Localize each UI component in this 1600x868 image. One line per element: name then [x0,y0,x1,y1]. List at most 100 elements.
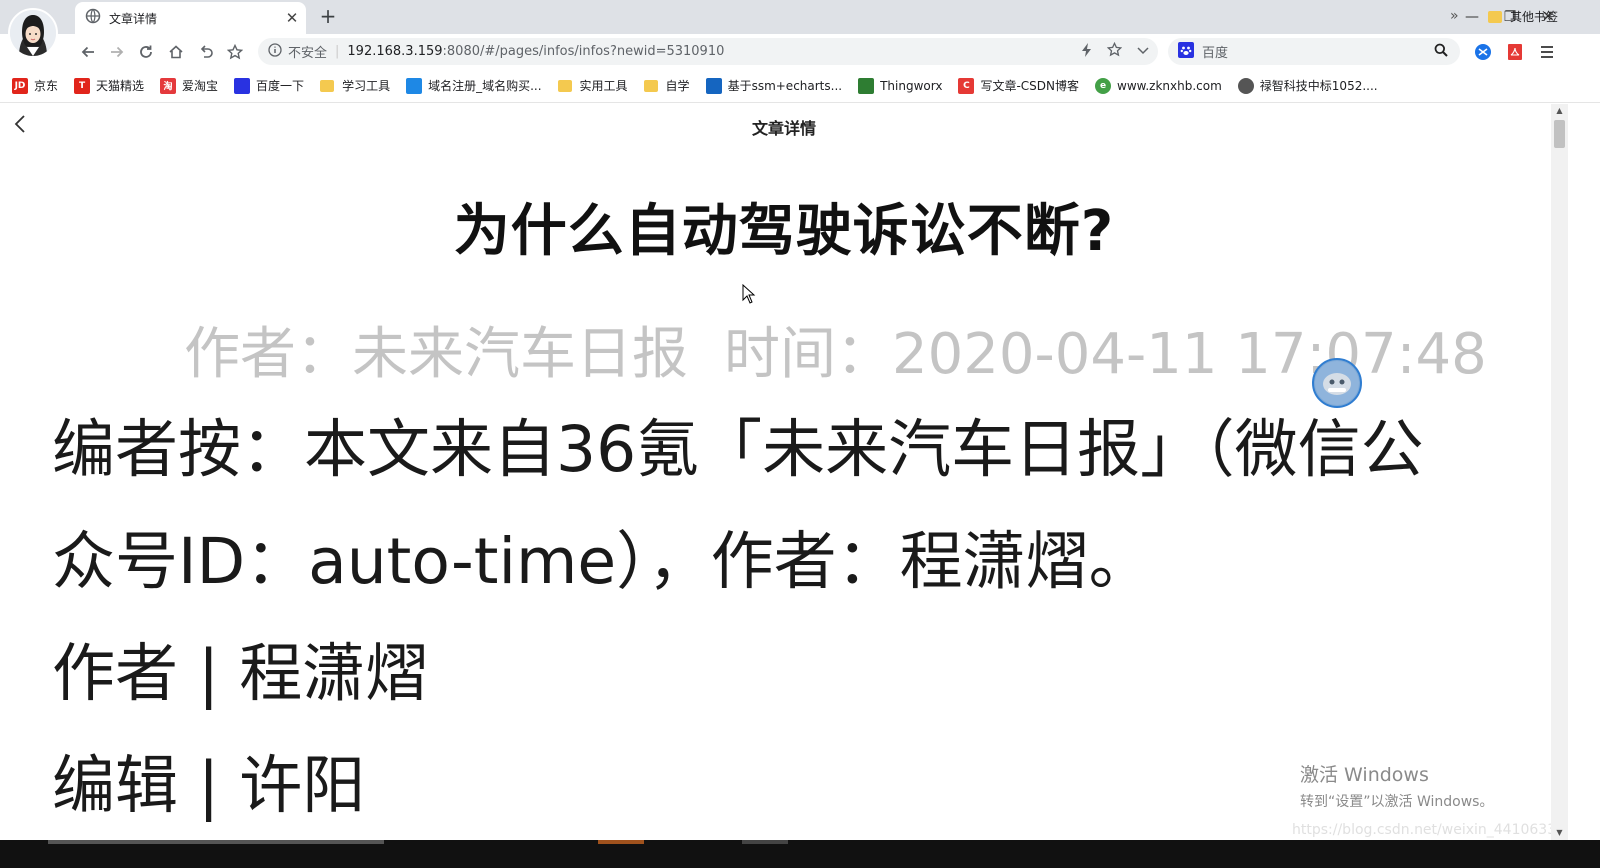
page-content: 文章详情 为什么自动驾驶诉讼不断? 作者：未来汽车日报 时间：2020-04-11… [0,104,1568,840]
bookmark-item[interactable]: C 写文章-CSDN博客 [958,77,1079,94]
bookmark-label: www.zknxhb.com [1117,78,1222,93]
address-bar-actions [1081,41,1150,61]
bookmark-label: 天猫精选 [96,79,145,93]
JD-icon: JD [12,77,28,94]
grid-icon [705,77,722,94]
bookmark-item[interactable]: 学习工具 [320,77,390,94]
search-box[interactable]: 百度 [1168,38,1460,65]
browser-tab-bar: 文章详情 ✕ + — ❐ ✕ [0,0,1600,34]
back-arrow-icon[interactable] [76,40,100,64]
os-taskbar [0,840,1600,868]
folder-icon [1488,10,1502,23]
undo-icon[interactable] [194,40,218,64]
bookmark-label: 百度一下 [256,79,305,93]
bookmark-label: Thingworx [880,78,943,93]
url-path: :8080/#/pages/infos/infos?newid=5310910 [442,44,725,59]
folder-icon [557,79,572,92]
bookmark-label: 京东 [34,79,59,93]
bookmark-item[interactable]: Thingworx [858,77,943,94]
bookmark-star-icon[interactable] [223,40,247,64]
bookmark-item[interactable]: 禄智科技中标1052.... [1237,77,1378,94]
bookmark-item[interactable]: 自学 [643,77,690,94]
taskbar-item[interactable] [598,840,644,844]
close-tab-icon[interactable]: ✕ [282,8,302,28]
globe-icon [85,8,101,28]
cloud-icon [406,77,423,94]
T-icon: T [74,77,91,94]
bookmark-item[interactable]: 实用工具 [557,77,628,94]
bookmark-label: 域名注册_域名购买... [428,79,542,93]
lightning-icon[interactable] [1081,42,1093,61]
article-paragraph: 编者按：本文来自36氪「未来汽车日报」（微信公众号ID：auto-time），作… [52,413,1424,598]
taskbar-item[interactable] [742,840,788,844]
browser-tab-active[interactable]: 文章详情 ✕ [75,2,306,34]
bookmark-label: 学习工具 [342,79,391,93]
reload-icon[interactable] [134,40,158,64]
pdf-extension-icon[interactable] [1506,43,1524,61]
url-host: 192.168.3.159 [347,44,443,59]
article-paragraph: 作者 | 程潇熠 [52,637,429,710]
globe-icon [1237,77,1254,94]
bookmark-item[interactable]: 淘爱淘宝 [160,77,218,94]
article-author: 作者：未来汽车日报 [184,322,688,387]
tw-icon [858,77,875,94]
bookmark-label: 写文章-CSDN博客 [980,79,1080,93]
page-scrollbar[interactable]: ▲ ▼ [1551,104,1568,840]
scroll-down-icon[interactable]: ▼ [1551,826,1568,840]
bookmark-label: 基于ssm+echarts... [727,79,843,93]
article-time: 时间：2020-04-11 17:07:48 [724,322,1487,387]
bookmarks-overflow-icon[interactable]: » [1450,8,1459,24]
article-paragraph: 编辑 | 许阳 [52,749,366,822]
bookmark-label: 实用工具 [579,79,628,93]
folder-icon [320,79,335,92]
bookmark-label: 自学 [665,79,690,93]
淘-icon: 淘 [160,77,177,94]
address-bar[interactable]: 不安全 | 192.168.3.159 :8080/#/pages/infos/… [258,38,1158,65]
bookmark-item[interactable]: 百度一下 [234,77,304,94]
bookmark-item[interactable]: T 天猫精选 [74,77,144,94]
tab-title: 文章详情 [109,11,158,26]
chevron-down-icon[interactable] [1136,43,1150,61]
info-icon[interactable] [268,42,282,61]
search-engine-label: 百度 [1202,46,1229,61]
forward-arrow-icon[interactable] [105,40,129,64]
bookmark-item[interactable]: 域名注册_域名购买... [406,77,542,94]
C-icon: C [958,77,975,94]
favorite-star-icon[interactable] [1106,41,1123,61]
search-icon[interactable] [1434,43,1448,61]
activation-subtitle: 转到“设置”以激活 Windows。 [1300,794,1494,810]
activation-title: 激活 Windows [1300,764,1429,786]
bookmarks-bar: JD 京东 T 天猫精选 淘爱淘宝 百度一下 学习工具 域名注册_域名购买... 实用工具 自学 基… [0,69,1600,103]
e-icon: e [1095,77,1112,94]
url-divider: | [335,44,340,59]
article-body: 编者按：本文来自36氪「未来汽车日报」（微信公众号ID：auto-time），作… [52,394,1472,840]
article-title: 为什么自动驾驶诉讼不断? [453,199,1115,264]
menu-icon[interactable] [1538,43,1556,61]
taskbar-item[interactable] [48,840,384,844]
csdn-watermark: https://blog.csdn.net/weixin_44106334 [1292,822,1566,838]
extension-blue-icon[interactable] [1474,43,1492,61]
scroll-up-icon[interactable]: ▲ [1551,104,1568,118]
bookmark-item[interactable]: 基于ssm+echarts... [705,77,843,94]
windows-activation-notice: 激活 Windows 转到“设置”以激活 Windows。 [1300,760,1493,811]
chat-robot-icon[interactable] [1312,358,1362,408]
page-title: 文章详情 [751,119,816,138]
profile-avatar[interactable] [8,8,58,58]
mouse-cursor-icon [742,283,756,308]
minimize-button[interactable]: — [1454,6,1490,28]
paw-icon [234,77,251,94]
scroll-thumb[interactable] [1554,120,1565,148]
page-header: 文章详情 [0,104,1568,144]
new-tab-button[interactable]: + [316,5,340,29]
folder-icon [643,79,658,92]
bookmark-label: 爱淘宝 [182,79,219,93]
bookmark-label: 禄智科技中标1052.... [1259,79,1378,93]
browser-toolbar: 不安全 | 192.168.3.159 :8080/#/pages/infos/… [0,34,1600,69]
home-icon[interactable] [164,40,188,64]
bookmark-item[interactable]: JD 京东 [12,77,58,94]
baidu-paw-icon [1178,41,1194,62]
bookmark-other-label: 其他书签 [1510,10,1559,24]
bookmark-item[interactable]: e www.zknxhb.com [1095,77,1222,94]
bookmark-other[interactable]: 其他书签 [1488,8,1558,25]
security-label: 不安全 [288,46,328,61]
